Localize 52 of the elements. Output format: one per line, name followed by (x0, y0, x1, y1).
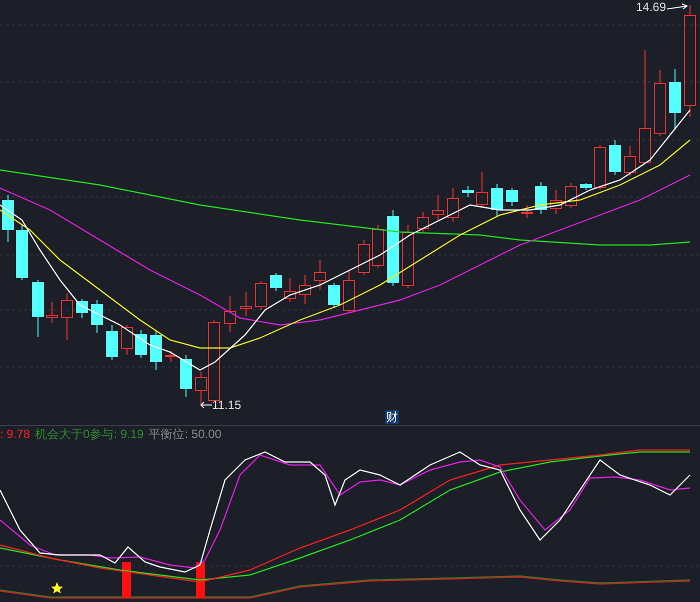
candlestick (402, 224, 414, 288)
candlestick (106, 324, 118, 360)
candlestick (284, 278, 296, 302)
candlestick (372, 224, 384, 268)
candlestick (624, 146, 636, 176)
candlestick (32, 280, 44, 338)
candlestick (432, 194, 444, 220)
candlestick (358, 240, 370, 276)
star-icon (51, 582, 63, 594)
candlestick (270, 272, 282, 292)
candlestick (521, 204, 533, 218)
price-label: 14.69 (636, 0, 666, 14)
price-label: 11.15 (212, 398, 242, 412)
candlestick (669, 68, 681, 130)
candlestick (150, 330, 162, 370)
candlestick (46, 302, 58, 324)
candlestick (594, 144, 606, 190)
candlestick (328, 282, 340, 308)
candlestick (180, 354, 192, 398)
candlestick (2, 194, 14, 242)
candlestick (447, 188, 459, 222)
signal-bar (122, 562, 131, 598)
candlestick (61, 292, 73, 340)
candlestick (565, 182, 577, 208)
indicator-value: 机会大于0参与: 9.19 (35, 427, 144, 442)
candlestick (491, 184, 503, 216)
candlestick (314, 260, 326, 290)
candlestick (609, 140, 621, 176)
candlestick (550, 190, 562, 214)
candlestick (224, 296, 236, 332)
candlestick (506, 188, 518, 206)
candlestick (580, 182, 592, 190)
arrow-icon (200, 401, 212, 409)
candlestick (417, 212, 429, 232)
candlestick (255, 280, 267, 310)
candlestick (240, 292, 252, 316)
candlestick (121, 324, 133, 356)
candlestick (476, 172, 488, 208)
marker-label: 财 (385, 410, 399, 424)
candlestick (91, 300, 103, 334)
indicator-value: : 9.78 (0, 427, 30, 442)
candlestick (299, 274, 311, 304)
candlestick (165, 350, 177, 362)
candlestick (16, 224, 28, 280)
candlestick (76, 298, 88, 318)
candlestick (343, 270, 355, 312)
indicator-value: 平衡位: 50.00 (148, 427, 222, 442)
candlestick (462, 186, 474, 198)
arrow-icon (667, 3, 690, 11)
candlestick (535, 182, 547, 214)
candlestick (135, 330, 147, 358)
candlestick (654, 70, 666, 136)
